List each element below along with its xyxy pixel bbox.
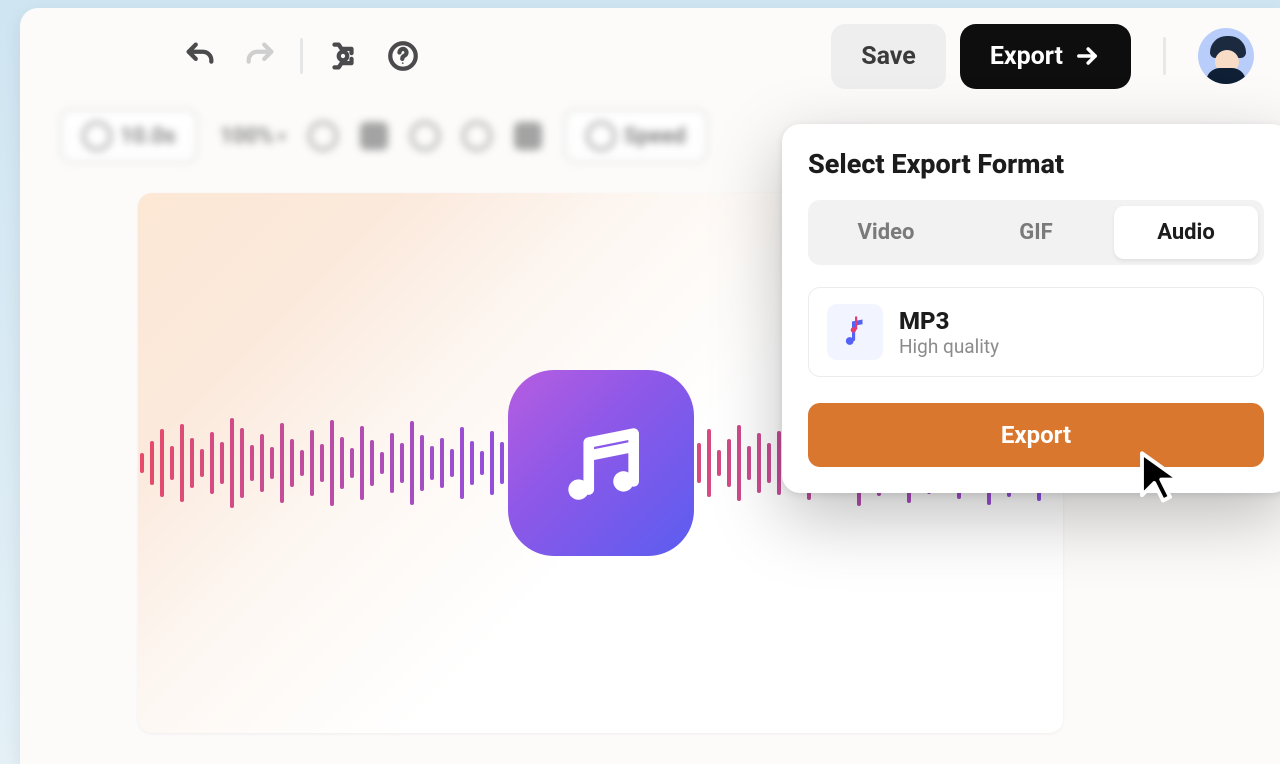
waveform-left	[138, 403, 534, 523]
tool-icon[interactable]	[410, 121, 440, 151]
export-button[interactable]: Export	[960, 24, 1131, 89]
divider	[1163, 37, 1166, 75]
audio-tile	[508, 370, 694, 556]
export-popover: Select Export Format Video GIF Audio	[782, 124, 1280, 493]
format-name: MP3	[899, 307, 999, 335]
zoom-value: 100%	[220, 124, 274, 149]
duration-value: 10.0s	[120, 124, 176, 149]
export-cta-label: Export	[1001, 421, 1071, 449]
clock-icon	[82, 121, 112, 151]
save-label: Save	[861, 42, 916, 71]
tool-icon[interactable]	[462, 121, 492, 151]
popover-title: Select Export Format	[808, 148, 1264, 180]
help-button[interactable]	[377, 30, 429, 82]
export-label: Export	[990, 42, 1063, 71]
duration-pill[interactable]: 10.0s	[60, 109, 198, 163]
tool-icon[interactable]	[308, 121, 338, 151]
speed-label: Speed	[624, 124, 686, 149]
format-subtitle: High quality	[899, 335, 999, 358]
speed-pill[interactable]: Speed	[564, 109, 708, 163]
format-tabs: Video GIF Audio	[808, 200, 1264, 265]
divider	[300, 38, 303, 74]
music-file-icon	[827, 304, 883, 360]
undo-button[interactable]	[174, 30, 226, 82]
chevron-down-icon: ▾	[278, 127, 286, 146]
format-option-mp3[interactable]: MP3 High quality	[808, 287, 1264, 377]
music-note-icon	[552, 414, 650, 512]
tool-icon[interactable]	[514, 122, 542, 150]
tool-icon[interactable]	[360, 122, 388, 150]
tab-video[interactable]: Video	[814, 206, 958, 259]
record-button[interactable]	[317, 30, 369, 82]
tab-gif[interactable]: GIF	[964, 206, 1108, 259]
tab-audio[interactable]: Audio	[1114, 206, 1258, 259]
app-window: Save Export 10.0s 100% ▾ Speed	[20, 8, 1280, 764]
arrow-right-icon	[1073, 42, 1101, 70]
save-button[interactable]: Save	[831, 24, 946, 89]
zoom-control[interactable]: 100% ▾	[220, 124, 286, 149]
redo-button[interactable]	[234, 30, 286, 82]
export-confirm-button[interactable]: Export	[808, 403, 1264, 467]
gauge-icon	[586, 121, 616, 151]
avatar[interactable]	[1198, 28, 1254, 84]
top-toolbar: Save Export	[20, 8, 1280, 104]
